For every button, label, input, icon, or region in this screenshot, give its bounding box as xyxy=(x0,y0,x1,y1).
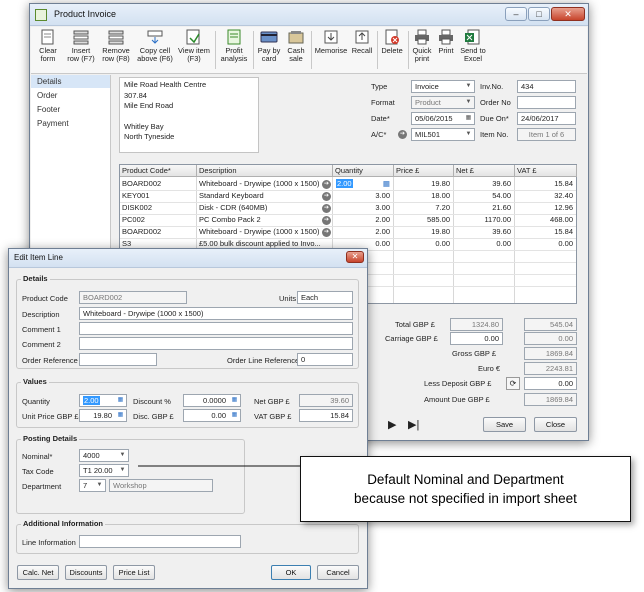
annotation-callout: Default Nominal and Department because n… xyxy=(300,456,631,522)
callout-line-1: Default Nominal and Department xyxy=(367,472,564,487)
callout-line-2: because not specified in import sheet xyxy=(354,491,577,506)
